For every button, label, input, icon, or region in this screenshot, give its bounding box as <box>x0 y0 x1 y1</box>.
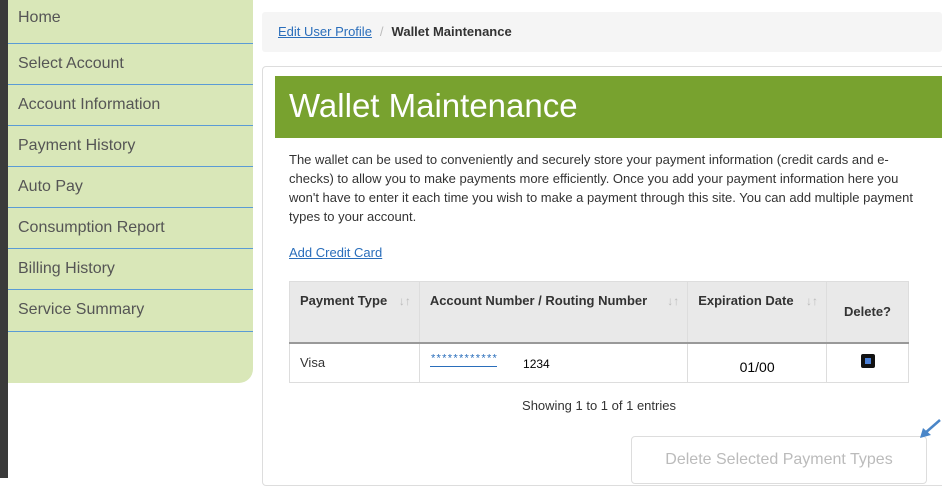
sidebar: Home Select Account Account Information … <box>8 0 253 383</box>
sidebar-item-home[interactable]: Home <box>8 0 253 44</box>
delete-checkbox[interactable] <box>860 354 875 369</box>
column-header-label: Payment Type <box>300 293 388 308</box>
cell-payment-type: Visa <box>289 342 420 383</box>
column-header-expiration-date[interactable]: Expiration Date ↓↑ <box>687 281 828 343</box>
column-header-delete: Delete? <box>826 281 909 343</box>
left-edge-bar <box>0 0 8 478</box>
table-row: Visa ************ 1234 01/00 <box>289 342 909 383</box>
sidebar-item-billing-history[interactable]: Billing History <box>8 249 253 290</box>
table-header-row: Payment Type ↓↑ Account Number / Routing… <box>289 281 909 343</box>
cell-expiration: 01/00 <box>687 342 828 383</box>
column-header-account-number[interactable]: Account Number / Routing Number ↓↑ <box>418 281 689 343</box>
page-title: Wallet Maintenance <box>275 76 942 138</box>
column-header-label: Delete? <box>844 303 891 319</box>
breadcrumb: Edit User Profile / Wallet Maintenance <box>262 12 942 52</box>
sort-icon: ↓↑ <box>667 294 680 308</box>
expiration-date: 01/00 <box>739 358 775 375</box>
sidebar-item-payment-history[interactable]: Payment History <box>8 126 253 167</box>
sidebar-item-service-summary[interactable]: Service Summary <box>8 290 253 332</box>
masked-account-number[interactable]: ************ <box>429 354 498 368</box>
breadcrumb-separator: / <box>379 24 384 39</box>
wallet-description: The wallet can be used to conveniently a… <box>289 152 913 224</box>
delete-selected-button[interactable]: Delete Selected Payment Types <box>631 436 927 484</box>
sidebar-item-account-information[interactable]: Account Information <box>8 85 253 126</box>
sidebar-item-select-account[interactable]: Select Account <box>8 44 253 85</box>
wallet-table: Payment Type ↓↑ Account Number / Routing… <box>289 281 909 383</box>
sidebar-item-auto-pay[interactable]: Auto Pay <box>8 167 253 208</box>
cell-delete <box>826 342 909 383</box>
breadcrumb-current: Wallet Maintenance <box>391 24 512 39</box>
sort-icon: ↓↑ <box>398 294 411 308</box>
column-header-label: Account Number / Routing Number <box>429 293 648 308</box>
column-header-label: Expiration Date <box>698 293 794 308</box>
sidebar-item-consumption-report[interactable]: Consumption Report <box>8 208 253 249</box>
sort-icon: ↓↑ <box>806 294 819 308</box>
cell-account-number: ************ 1234 <box>418 342 689 383</box>
arrow-icon <box>920 419 941 438</box>
column-header-payment-type[interactable]: Payment Type ↓↑ <box>289 281 420 343</box>
add-credit-card-link[interactable]: Add Credit Card <box>289 245 382 260</box>
account-last4: 1234 <box>523 357 550 372</box>
table-info-text: Showing 1 to 1 of 1 entries <box>522 398 676 413</box>
breadcrumb-link-edit-user-profile[interactable]: Edit User Profile <box>278 24 372 39</box>
